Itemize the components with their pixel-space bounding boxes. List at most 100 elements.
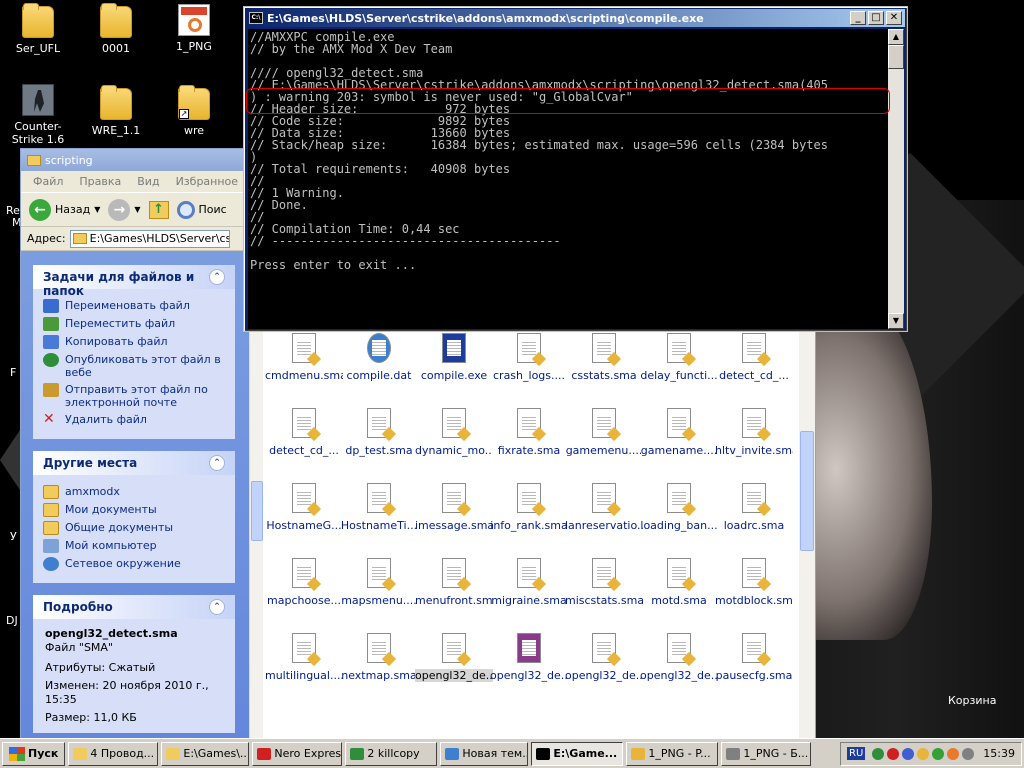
sma-file-icon <box>367 483 397 517</box>
desktop-icon-counter-strike[interactable]: Counter-Strike 1.6 <box>0 84 76 146</box>
other-places-header[interactable]: Другие места ⌃ <box>33 451 235 475</box>
file-item[interactable]: fixrate.sma <box>490 408 568 457</box>
file-item[interactable]: compile.dat <box>340 333 418 382</box>
console-titlebar[interactable]: C:\ E:\Games\HLDS\Server\cstrike\addons\… <box>246 9 905 27</box>
file-item[interactable]: menufront.sma <box>415 558 493 607</box>
scroll-up-icon[interactable]: ▲ <box>888 29 904 45</box>
tray-app-icon[interactable] <box>962 747 975 760</box>
taskbar-button[interactable]: E:\Games\... <box>161 741 250 766</box>
file-item[interactable]: imessage.sma <box>415 483 493 532</box>
minimize-button[interactable]: _ <box>850 11 866 25</box>
language-indicator[interactable]: RU <box>847 747 866 760</box>
sma-file-icon <box>592 408 622 442</box>
file-item[interactable]: nextmap.sma <box>340 633 418 682</box>
scroll-thumb[interactable] <box>888 45 904 69</box>
tray-app-icon[interactable] <box>902 747 915 760</box>
taskbar-button[interactable]: Nero Express <box>252 741 343 766</box>
file-item[interactable]: detect_cd_... <box>265 408 343 457</box>
details-header[interactable]: Подробно ⌃ <box>33 595 235 619</box>
file-item[interactable]: gamename.... <box>640 408 718 457</box>
file-item[interactable]: mapchoose... <box>265 558 343 607</box>
task-email[interactable]: Отправить этот файл по электронной почте <box>43 383 225 409</box>
scroll-down-icon[interactable]: ▼ <box>888 313 904 329</box>
tray-app-icon[interactable] <box>947 747 960 760</box>
close-button[interactable]: ✕ <box>886 11 902 25</box>
menu-view[interactable]: Вид <box>137 175 159 188</box>
file-item[interactable]: multilingual.... <box>265 633 343 682</box>
maximize-button[interactable]: □ <box>868 11 884 25</box>
recycle-bin-label[interactable]: Корзина <box>948 694 996 707</box>
taskbar-button[interactable]: E:\Game... <box>531 741 624 766</box>
file-item[interactable]: gamemenu.... <box>565 408 643 457</box>
address-input[interactable]: E:\Games\HLDS\Server\cstrike <box>69 229 230 248</box>
collapse-icon[interactable]: ⌃ <box>209 599 225 615</box>
desktop-icon-1-png[interactable]: 1_PNG <box>156 4 232 53</box>
file-item[interactable]: motd.sma <box>640 558 718 607</box>
scroll-thumb[interactable] <box>251 481 263 541</box>
tray-app-icon[interactable] <box>932 747 945 760</box>
file-item[interactable]: mapsmenu.... <box>340 558 418 607</box>
task-delete[interactable]: ✕ Удалить файл <box>43 412 225 427</box>
taskbar-button[interactable]: Новая тем... <box>440 741 529 766</box>
taskbar-button-label: E:\Game... <box>553 747 618 760</box>
file-name: fixrate.sma <box>497 444 561 457</box>
file-item[interactable]: lanreservatio... <box>565 483 643 532</box>
file-item[interactable]: migraine.sma <box>490 558 568 607</box>
search-button[interactable]: Поис <box>175 199 229 221</box>
file-item[interactable]: HostnameG... <box>265 483 343 532</box>
file-item[interactable]: detect_cd_... <box>715 333 793 382</box>
menu-file[interactable]: Файл <box>33 175 63 188</box>
scroll-thumb[interactable] <box>800 431 814 551</box>
task-rename[interactable]: Переименовать файл <box>43 299 225 313</box>
file-item[interactable]: hltv_invite.sma <box>715 408 793 457</box>
file-item[interactable]: cmdmenu.sma <box>265 333 343 382</box>
file-item[interactable]: crash_logs.... <box>490 333 568 382</box>
file-item[interactable]: csstats.sma <box>565 333 643 382</box>
file-item[interactable]: dynamic_mo... <box>415 408 493 457</box>
desktop-icon-ser-ufl[interactable]: Ser_UFL <box>0 3 76 55</box>
file-item[interactable]: opengl32_de... <box>490 633 568 682</box>
task-move[interactable]: Переместить файл <box>43 317 225 331</box>
place-my-documents[interactable]: Мои документы <box>43 503 225 517</box>
file-item[interactable]: delay_functi... <box>640 333 718 382</box>
taskbar-button[interactable]: 4 Провод... <box>68 741 159 766</box>
menu-favorites[interactable]: Избранное <box>176 175 238 188</box>
file-item[interactable]: opengl32_de... <box>640 633 718 682</box>
place-amxmodx[interactable]: amxmodx <box>43 485 225 499</box>
up-folder-button[interactable]: ↑ <box>147 199 171 221</box>
tray-app-icon[interactable] <box>872 747 885 760</box>
file-item[interactable]: miscstats.sma <box>565 558 643 607</box>
tray-app-icon[interactable] <box>917 747 930 760</box>
taskbar-button[interactable]: 1_PNG - Б... <box>721 741 812 766</box>
file-item[interactable]: opengl32_de... <box>415 633 493 682</box>
task-publish-web[interactable]: Опубликовать этот файл в вебе <box>43 353 225 379</box>
file-item[interactable]: loadrc.sma <box>715 483 793 532</box>
place-network[interactable]: Сетевое окружение <box>43 557 225 571</box>
collapse-icon[interactable]: ⌃ <box>209 455 225 471</box>
place-my-computer[interactable]: Мой компьютер <box>43 539 225 553</box>
tasks-panel-header[interactable]: Задачи для файлов и папок ⌃ <box>33 265 235 298</box>
taskbar-button[interactable]: 1_PNG - P... <box>626 741 719 766</box>
file-item[interactable]: dp_test.sma <box>340 408 418 457</box>
desktop-icon-wre[interactable]: WRE_1.1 <box>78 85 154 137</box>
tray-app-icon[interactable] <box>887 747 900 760</box>
collapse-icon[interactable]: ⌃ <box>209 269 225 285</box>
file-item[interactable]: opengl32_de... <box>565 633 643 682</box>
file-item[interactable]: pausecfg.sma <box>715 633 793 682</box>
console-output[interactable]: //AMXXPC compile.exe// by the AMX Mod X … <box>248 29 889 329</box>
file-item[interactable]: compile.exe <box>415 333 493 382</box>
desktop-icon-0001[interactable]: 0001 <box>78 3 154 55</box>
start-button[interactable]: Пуск <box>2 741 66 766</box>
back-button[interactable]: ← Назад ▼ <box>27 197 102 223</box>
forward-button[interactable]: → ▼ <box>106 197 142 223</box>
menu-edit[interactable]: Правка <box>79 175 121 188</box>
desktop-icon-wre-shortcut[interactable]: ↗ wre <box>156 85 232 137</box>
file-item[interactable]: loading_ban... <box>640 483 718 532</box>
file-item[interactable]: HostnameTi... <box>340 483 418 532</box>
place-shared-documents[interactable]: Общие документы <box>43 521 225 535</box>
console-scrollbar[interactable]: ▲ ▼ <box>888 29 904 329</box>
task-copy[interactable]: Копировать файл <box>43 335 225 349</box>
taskbar-button[interactable]: 2 killcopy <box>345 741 438 766</box>
file-item[interactable]: motdblock.sma <box>715 558 793 607</box>
file-item[interactable]: info_rank.sma <box>490 483 568 532</box>
